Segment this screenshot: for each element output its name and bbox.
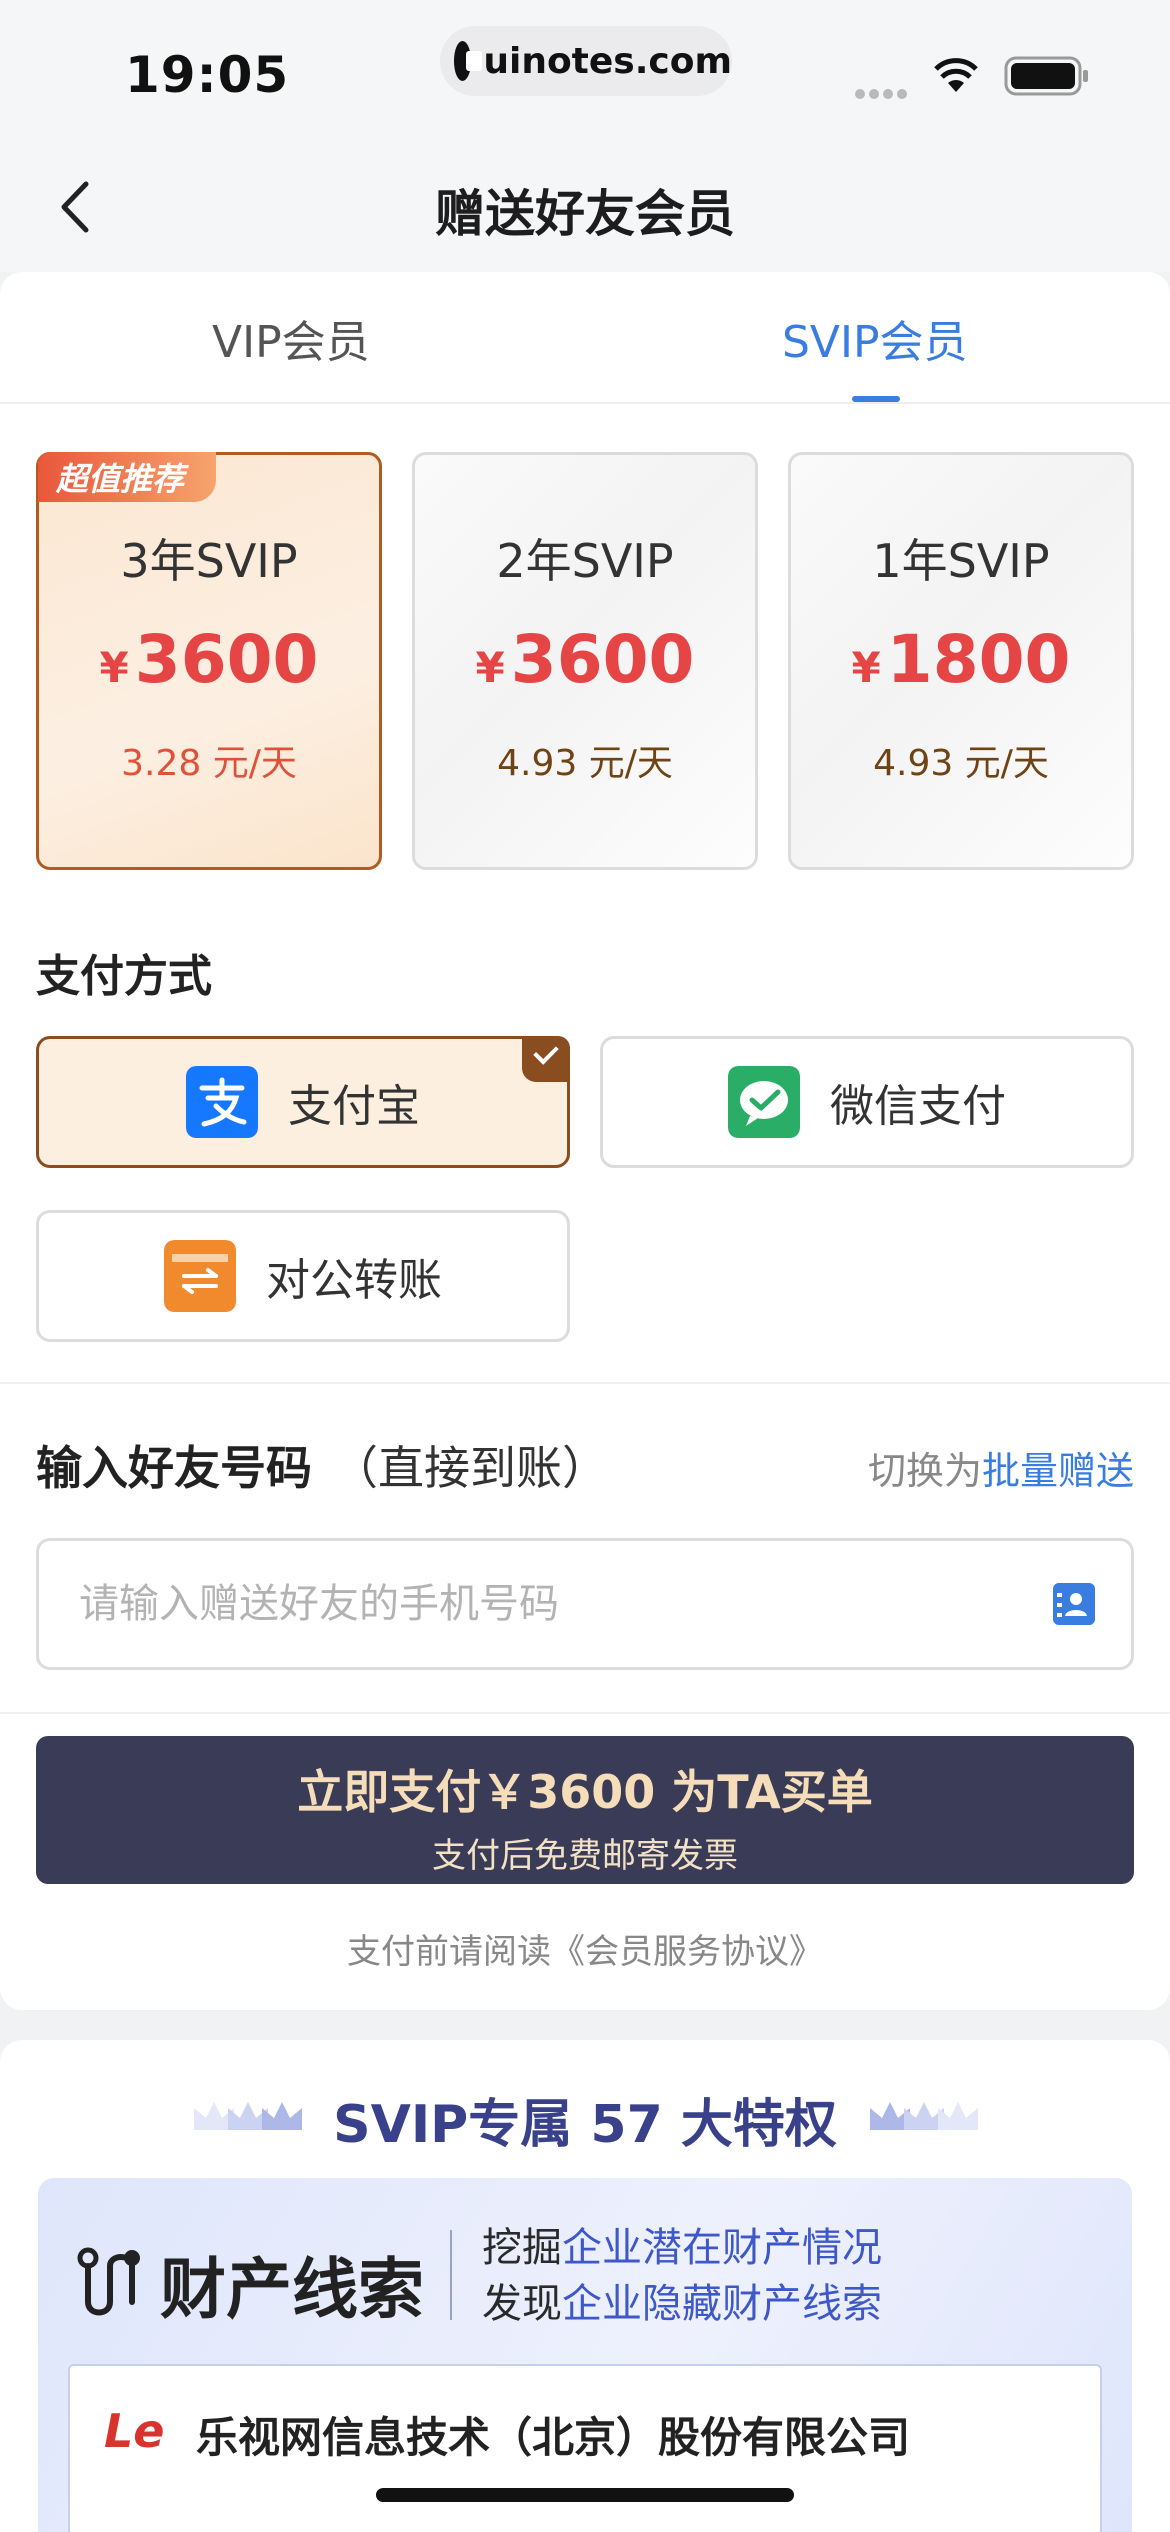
pay-method-alipay[interactable]: 支付宝 xyxy=(36,1036,570,1168)
site-icon xyxy=(454,41,483,81)
friend-heading-note: （直接到账） xyxy=(332,1441,608,1495)
status-time: 19:05 xyxy=(125,46,290,104)
plan-price: ¥3600 xyxy=(475,621,695,698)
pay-method-wechat[interactable]: 微信支付 xyxy=(600,1036,1134,1168)
wechat-pay-icon xyxy=(728,1066,800,1138)
plan-card-1yr[interactable]: 1年SVIP ¥1800 4.93 元/天 xyxy=(788,452,1134,870)
cellular-signal-icon xyxy=(855,84,911,103)
url-pill[interactable]: uinotes.com xyxy=(440,26,732,96)
plan-name: 3年SVIP xyxy=(120,534,298,588)
plan-card-3yr[interactable]: 3年SVIP ¥3600 3.28 元/天 xyxy=(36,452,382,870)
plan-daily-price: 3.28 元/天 xyxy=(121,743,297,784)
company-name: 乐视网信息技术（北京）股份有限公司 xyxy=(196,2413,911,2462)
privileges-title: SVIP专属 57 大特权 xyxy=(333,2095,837,2155)
contacts-icon[interactable] xyxy=(1053,1583,1095,1625)
home-indicator xyxy=(376,2488,794,2502)
plan-name: 2年SVIP xyxy=(496,534,674,588)
pay-button-label: 立即支付￥3600 为TA买单 xyxy=(297,1765,873,1819)
friend-heading: 输入好友号码 （直接到账） xyxy=(36,1441,608,1495)
bank-transfer-icon xyxy=(164,1240,236,1312)
selected-check-icon xyxy=(522,1036,570,1082)
pay-method-label: 对公转账 xyxy=(266,1255,442,1306)
phone-input[interactable] xyxy=(79,1581,979,1627)
pay-method-label: 微信支付 xyxy=(830,1081,1006,1132)
wifi-icon xyxy=(934,58,978,92)
switch-batch-link[interactable]: 切换为批量赠送 xyxy=(868,1440,1134,1495)
divider xyxy=(0,1382,1170,1384)
phone-field[interactable] xyxy=(36,1538,1134,1670)
plan-name: 1年SVIP xyxy=(872,534,1050,588)
feature-title: 财产线索 xyxy=(74,2236,424,2332)
plan-daily-price: 4.93 元/天 xyxy=(497,743,673,784)
plan-price: ¥1800 xyxy=(851,621,1071,698)
recommend-badge: 超值推荐 xyxy=(38,452,216,502)
clue-icon xyxy=(77,2247,140,2316)
company-logo: Le xyxy=(104,2404,165,2458)
url-text: uinotes.com xyxy=(483,40,732,82)
plan-card-2yr[interactable]: 2年SVIP ¥3600 4.93 元/天 xyxy=(412,452,758,870)
divider xyxy=(0,1712,1170,1714)
pay-method-label: 支付宝 xyxy=(288,1081,420,1132)
pay-button-sublabel: 支付后免费邮寄发票 xyxy=(432,1836,738,1876)
payment-heading: 支付方式 xyxy=(36,951,212,1002)
page-title: 赠送好友会员 xyxy=(435,185,735,243)
feature-divider xyxy=(450,2230,452,2320)
pay-now-button[interactable]: 立即支付￥3600 为TA买单 支付后免费邮寄发票 xyxy=(36,1736,1134,1884)
tab-divider xyxy=(0,402,1170,404)
alipay-icon xyxy=(186,1066,258,1138)
pay-method-bank-transfer[interactable]: 对公转账 xyxy=(36,1210,570,1342)
tab-svip[interactable]: SVIP会员 xyxy=(782,306,968,370)
crown-decoration-icon xyxy=(870,2102,978,2130)
battery-icon xyxy=(1004,56,1088,96)
company-example-card: Le 乐视网信息技术（北京）股份有限公司 xyxy=(68,2364,1102,2532)
tab-vip[interactable]: VIP会员 xyxy=(212,306,370,370)
agreement-link[interactable]: 支付前请阅读《会员服务协议》 xyxy=(0,1924,1170,1973)
plan-daily-price: 4.93 元/天 xyxy=(873,743,1049,784)
plan-price: ¥3600 xyxy=(99,621,319,698)
feature-description: 挖掘企业潜在财产情况 发现企业隐藏财产线索 xyxy=(482,2225,882,2327)
